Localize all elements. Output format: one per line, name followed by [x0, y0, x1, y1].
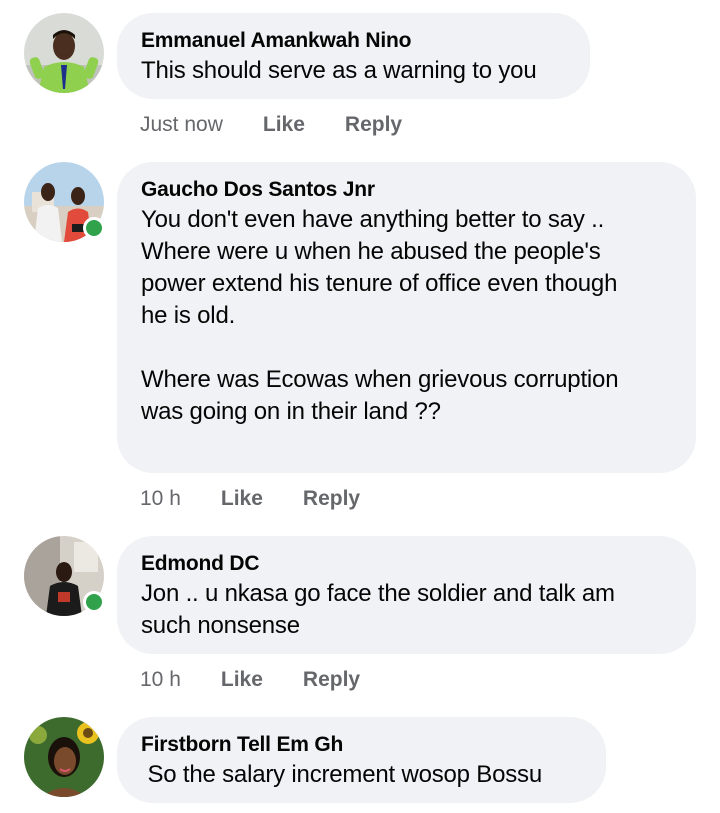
comment-text: This should serve as a warning to you — [141, 57, 537, 84]
comment-bubble-4: Firstborn Tell Em Gh So the salary incre… — [117, 717, 606, 803]
comment-author[interactable]: Firstborn Tell Em Gh — [141, 731, 582, 759]
like-button[interactable]: Like — [263, 113, 305, 137]
online-status-icon — [83, 591, 105, 613]
comment-bubble-2: Gaucho Dos Santos Jnr You don't even hav… — [117, 162, 696, 473]
comment-author[interactable]: Emmanuel Amankwah Nino — [141, 27, 566, 55]
comment-timestamp[interactable]: 10 h — [140, 487, 181, 511]
comment-actions-2: 10 h Like Reply — [140, 484, 360, 514]
comment-bubble-1: Emmanuel Amankwah Nino This should serve… — [117, 13, 590, 99]
comment-text: Jon .. u nkasa go face the soldier and t… — [141, 580, 615, 639]
comment-timestamp[interactable]: 10 h — [140, 668, 181, 692]
reply-button[interactable]: Reply — [303, 668, 360, 692]
comment-text: You don't even have anything better to s… — [141, 206, 619, 425]
reply-button[interactable]: Reply — [303, 487, 360, 511]
comment-author[interactable]: Gaucho Dos Santos Jnr — [141, 176, 672, 204]
comment-actions-3: 10 h Like Reply — [140, 665, 360, 695]
reply-button[interactable]: Reply — [345, 113, 402, 137]
online-status-icon — [83, 217, 105, 239]
like-button[interactable]: Like — [221, 668, 263, 692]
comment-timestamp[interactable]: Just now — [140, 113, 223, 137]
avatar-emmanuel[interactable] — [24, 13, 104, 93]
comment-text: So the salary increment wosop Bossu — [141, 761, 543, 788]
comment-author[interactable]: Edmond DC — [141, 550, 672, 578]
comment-actions-1: Just now Like Reply — [140, 110, 402, 140]
avatar-firstborn[interactable] — [24, 717, 104, 797]
comment-bubble-3: Edmond DC Jon .. u nkasa go face the sol… — [117, 536, 696, 654]
like-button[interactable]: Like — [221, 487, 263, 511]
